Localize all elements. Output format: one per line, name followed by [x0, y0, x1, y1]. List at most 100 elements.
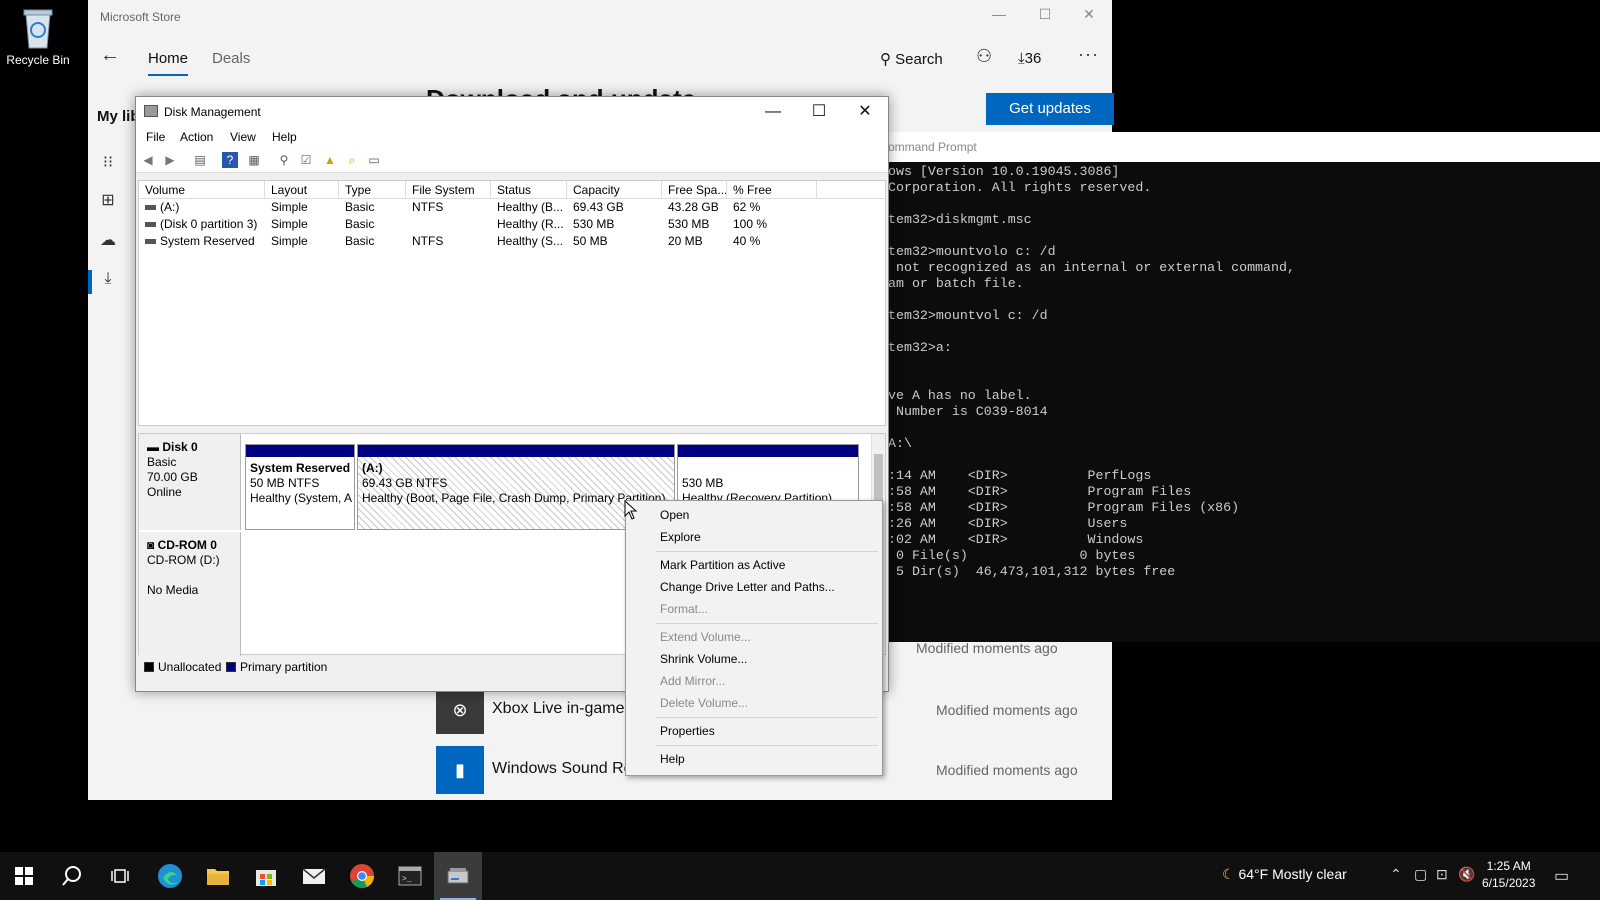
download-count: 36	[1024, 50, 1042, 67]
store-minimize-button[interactable]: —	[976, 6, 1022, 22]
menu-item-open[interactable]: Open	[626, 505, 882, 525]
col-percent-free[interactable]: % Free	[727, 181, 817, 199]
back-arrow-icon[interactable]: ←	[100, 44, 120, 67]
console-tree-icon[interactable]: ▤	[192, 152, 208, 168]
tab-deals[interactable]: Deals	[212, 50, 250, 67]
more-options-icon[interactable]: ···	[1078, 44, 1099, 65]
cell-percent-free: 100 %	[733, 217, 768, 231]
search-button[interactable]	[48, 852, 96, 900]
menu-help[interactable]: Help	[272, 130, 297, 144]
disk-icon	[145, 239, 156, 245]
table-row[interactable]: (A:) Simple Basic NTFS Healthy (B... 69.…	[139, 199, 885, 216]
store-search-label: Search	[895, 51, 943, 68]
dm-minimize-button[interactable]: —	[750, 99, 796, 125]
task-view-button[interactable]	[96, 852, 144, 900]
col-status[interactable]: Status	[491, 181, 567, 199]
command-prompt-window[interactable]: ommand Prompt ows [Version 10.0.19045.30…	[882, 132, 1600, 642]
cell-volume: System Reserved	[139, 233, 265, 250]
notification-center-icon[interactable]: ▭	[1554, 866, 1569, 886]
folder-up-icon[interactable]: ▲	[322, 152, 338, 168]
file-explorer-taskbar-button[interactable]	[194, 852, 242, 900]
col-capacity[interactable]: Capacity	[567, 181, 662, 199]
meet-now-icon[interactable]: ▢	[1414, 866, 1427, 883]
taskbar: >_ ☾ 64°F Mostly clear ⌃ ▢ ⊡ 🔇 1:25 AM 6…	[0, 852, 1600, 900]
clock-time: 1:25 AM	[1486, 859, 1531, 873]
volume-muted-icon[interactable]: 🔇	[1458, 866, 1475, 883]
store-search-button[interactable]: ⚲ Search	[880, 50, 943, 68]
tab-home[interactable]: Home	[148, 50, 188, 67]
account-icon[interactable]: ⚇	[976, 46, 992, 67]
volume-name: (A:)	[160, 200, 180, 214]
edge-taskbar-button[interactable]	[146, 852, 194, 900]
disk0-label[interactable]: ▬ Disk 0 Basic 70.00 GB Online	[139, 434, 241, 530]
col-file-system[interactable]: File System	[406, 181, 491, 199]
settings-panel-icon[interactable]: ▭	[366, 152, 382, 168]
menu-item-explore[interactable]: Explore	[626, 527, 882, 547]
forward-icon[interactable]: ▶	[162, 152, 178, 168]
help-icon[interactable]: ?	[222, 152, 238, 168]
start-button[interactable]	[0, 852, 48, 900]
menu-item-shrink-volume[interactable]: Shrink Volume...	[626, 649, 882, 669]
store-close-button[interactable]: ✕	[1066, 6, 1112, 23]
cdrom0-status: No Media	[147, 583, 199, 597]
weather-temp: 64°F	[1238, 866, 1269, 882]
menu-action[interactable]: Action	[180, 130, 213, 144]
menu-item-help[interactable]: Help	[626, 749, 882, 769]
all-apps-icon[interactable]: ⁝⁝	[98, 152, 118, 172]
store-maximize-button[interactable]: ☐	[1022, 6, 1068, 23]
task-view-icon	[111, 869, 129, 883]
system-clock[interactable]: 1:25 AM 6/15/2023	[1482, 858, 1535, 892]
recycle-bin-shortcut[interactable]: Recycle Bin	[4, 6, 72, 67]
disk-management-taskbar-button[interactable]	[434, 852, 482, 900]
back-icon[interactable]: ◀	[140, 152, 156, 168]
partition-system-reserved[interactable]: System Reserved 50 MB NTFS Healthy (Syst…	[245, 444, 355, 530]
folder-search-icon[interactable]: ⌕	[344, 152, 360, 168]
mail-taskbar-button[interactable]	[290, 852, 338, 900]
col-type[interactable]: Type	[339, 181, 406, 199]
partition-status: Healthy (Boot, Page File, Crash Dump, Pr…	[362, 491, 666, 505]
downloads-button[interactable]: ⤓36	[1018, 50, 1041, 67]
dm-titlebar: Disk Management — ☐ ✕	[136, 97, 888, 127]
cmd-taskbar-button[interactable]: >_	[386, 852, 434, 900]
app-name: Xbox Live in-game...	[492, 700, 638, 717]
cell-status: Healthy (B...	[497, 200, 564, 214]
menu-item-mark-active[interactable]: Mark Partition as Active	[626, 555, 882, 575]
chrome-taskbar-button[interactable]	[338, 852, 386, 900]
menu-file[interactable]: File	[146, 130, 165, 144]
disk-management-icon	[447, 868, 469, 884]
mail-icon	[302, 868, 326, 884]
menu-item-properties[interactable]: Properties	[626, 721, 882, 741]
col-volume[interactable]: Volume	[139, 181, 265, 199]
cloud-icon[interactable]: ☁	[98, 230, 118, 250]
get-updates-button[interactable]: Get updates	[986, 93, 1114, 125]
menu-view[interactable]: View	[230, 130, 256, 144]
col-free-space[interactable]: Free Spa...	[662, 181, 727, 199]
col-layout[interactable]: Layout	[265, 181, 339, 199]
dm-close-button[interactable]: ✕	[842, 99, 888, 125]
connect-icon[interactable]: ⚲	[276, 152, 292, 168]
cdrom-icon-label: ◙ CD-ROM 0	[147, 538, 217, 552]
volume-list[interactable]: Volume Layout Type File System Status Ca…	[138, 180, 886, 426]
library-grid-icon[interactable]: ⊞	[98, 190, 118, 210]
speaker-icon: ▮	[455, 759, 465, 780]
cdrom0-name: CD-ROM 0	[157, 538, 217, 552]
store-window-title: Microsoft Store	[100, 10, 181, 24]
checklist-icon[interactable]: ☑	[298, 152, 314, 168]
cell-volume: (Disk 0 partition 3)	[139, 216, 265, 233]
dm-maximize-button[interactable]: ☐	[796, 99, 842, 125]
store-taskbar-button[interactable]	[242, 852, 290, 900]
cdrom0-label[interactable]: ◙ CD-ROM 0 CD-ROM (D:) No Media	[139, 532, 241, 656]
menu-item-format: Format...	[660, 602, 709, 616]
properties-list-icon[interactable]: ▦	[246, 152, 262, 168]
menu-item-change-drive-letter[interactable]: Change Drive Letter and Paths...	[626, 577, 882, 597]
table-row[interactable]: System Reserved Simple Basic NTFS Health…	[139, 233, 885, 250]
disk0-status: Online	[147, 485, 182, 499]
network-icon[interactable]: ⊡	[1436, 866, 1448, 883]
cell-status: Healthy (S...	[497, 234, 564, 248]
table-row[interactable]: (Disk 0 partition 3) Simple Basic Health…	[139, 216, 885, 233]
app-thumbnail: ⊗	[436, 686, 484, 734]
weather-widget[interactable]: ☾ 64°F Mostly clear	[1222, 866, 1347, 883]
disk0-type: Basic	[147, 455, 177, 469]
show-hidden-icons-chevron-up-icon[interactable]: ⌃	[1390, 866, 1402, 883]
sidebar-downloads-icon[interactable]: ⤓	[98, 270, 118, 288]
